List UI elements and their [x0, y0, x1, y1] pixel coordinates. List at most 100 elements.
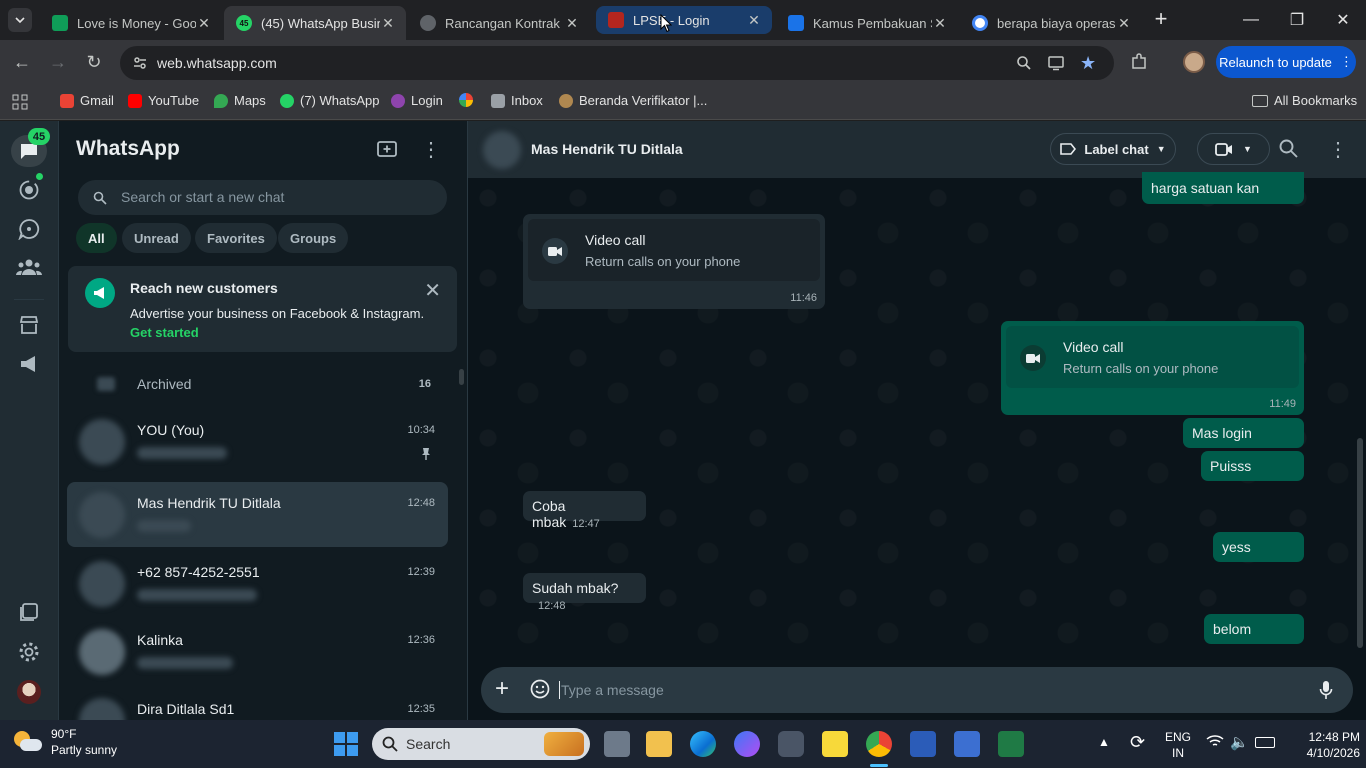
- sticky-notes-icon[interactable]: [822, 731, 848, 757]
- wifi-icon[interactable]: [1206, 734, 1224, 748]
- apps-grid-icon[interactable]: [12, 94, 28, 110]
- chat-list-item[interactable]: +62 857-4252-2551 12:39: [67, 551, 448, 616]
- filter-all[interactable]: All: [76, 223, 117, 253]
- sync-icon[interactable]: ⟳: [1130, 732, 1145, 753]
- copilot-icon[interactable]: [734, 731, 760, 757]
- weather-widget[interactable]: 90°F Partly sunny: [14, 726, 117, 758]
- conversation-header[interactable]: Mas Hendrik TU Ditlala Label chat ▼ ▼ ⋮: [468, 121, 1366, 178]
- new-chat-icon[interactable]: [377, 140, 397, 158]
- relaunch-to-update-button[interactable]: Relaunch to update ⋮: [1216, 46, 1356, 78]
- close-icon[interactable]: ✕: [424, 278, 441, 303]
- excel-icon[interactable]: [998, 731, 1024, 757]
- video-call-message-incoming[interactable]: Video call Return calls on your phone 11…: [523, 214, 825, 309]
- bookmark-inbox[interactable]: Inbox: [491, 93, 543, 108]
- message-outgoing[interactable]: Puisss: [1201, 451, 1304, 481]
- back-button[interactable]: ←: [8, 48, 36, 76]
- battery-icon[interactable]: [1255, 737, 1275, 748]
- restore-window-icon[interactable]: ❐: [1274, 0, 1320, 40]
- emoji-sticker-icon[interactable]: [530, 679, 550, 699]
- volume-icon[interactable]: 🔈: [1230, 733, 1249, 751]
- task-view-icon[interactable]: [604, 731, 630, 757]
- video-call-message-outgoing[interactable]: Video call Return calls on your phone 11…: [1001, 321, 1304, 415]
- bookmark-photos[interactable]: [459, 93, 473, 107]
- status-icon[interactable]: [18, 173, 43, 201]
- message-list-scrollbar[interactable]: [1357, 438, 1363, 648]
- catalog-icon[interactable]: [18, 314, 40, 336]
- browser-tab[interactable]: Kamus Pembakuan S ✕: [776, 6, 958, 40]
- search-input[interactable]: Search or start a new chat: [78, 180, 447, 215]
- chat-list-item[interactable]: YOU (You) 10:34: [67, 409, 448, 474]
- profile-avatar[interactable]: [17, 680, 41, 704]
- filter-favorites[interactable]: Favorites: [195, 223, 277, 253]
- message-incoming[interactable]: Sudah mbak? 12:48: [523, 573, 646, 612]
- browser-tab[interactable]: berapa biaya operasi ✕: [960, 6, 1142, 40]
- close-tab-icon[interactable]: ✕: [746, 12, 762, 29]
- browser-tab-active[interactable]: 45 (45) WhatsApp Busin ✕: [224, 6, 406, 40]
- communities-icon[interactable]: [16, 257, 42, 279]
- chrome-icon[interactable]: [866, 731, 892, 757]
- message-incoming[interactable]: Coba mbak 12:47: [523, 491, 646, 530]
- zoom-icon[interactable]: [1016, 55, 1032, 71]
- contact-avatar[interactable]: [483, 131, 521, 169]
- chat-list-item[interactable]: Dira Ditlala Sd1 12:35: [67, 688, 448, 720]
- channels-icon[interactable]: [18, 218, 40, 240]
- archived-row[interactable]: Archived 16: [67, 366, 448, 402]
- close-tab-icon[interactable]: ✕: [380, 15, 396, 32]
- filter-groups[interactable]: Groups: [278, 223, 349, 253]
- site-info-icon[interactable]: [132, 55, 148, 71]
- bookmark-youtube[interactable]: YouTube: [128, 93, 199, 108]
- bookmark-star-icon[interactable]: ★: [1080, 53, 1096, 74]
- close-tab-icon[interactable]: ✕: [564, 15, 580, 32]
- bookmark-login[interactable]: Login: [391, 93, 443, 108]
- attach-plus-icon[interactable]: +: [495, 676, 509, 702]
- search-icon[interactable]: [1279, 139, 1298, 158]
- browser-tab[interactable]: LPSE - Login ✕: [596, 6, 772, 34]
- bookmark-gmail[interactable]: Gmail: [60, 93, 114, 108]
- chat-list-item-selected[interactable]: Mas Hendrik TU Ditlala 12:48: [67, 482, 448, 547]
- profile-avatar[interactable]: [1183, 51, 1205, 73]
- message-list[interactable]: harga satuan kan Video call Return calls…: [468, 172, 1366, 662]
- bookmark-beranda-verifikator[interactable]: Beranda Verifikator |...: [559, 93, 707, 108]
- clock[interactable]: 12:48 PM 4/10/2026: [1288, 729, 1360, 761]
- menu-more-icon[interactable]: ⋮: [421, 137, 441, 162]
- new-tab-button[interactable]: +: [1148, 8, 1174, 32]
- message-outgoing[interactable]: yess: [1213, 532, 1304, 562]
- message-input[interactable]: [561, 675, 1291, 705]
- filter-unread[interactable]: Unread: [122, 223, 191, 253]
- forward-button[interactable]: →: [44, 48, 72, 76]
- message-outgoing[interactable]: Mas login: [1183, 418, 1304, 448]
- calculator-icon[interactable]: [954, 731, 980, 757]
- close-tab-icon[interactable]: ✕: [932, 15, 948, 32]
- address-bar[interactable]: web.whatsapp.com ★: [120, 46, 1114, 80]
- reload-button[interactable]: ↻: [80, 48, 108, 76]
- chevron-up-icon[interactable]: ▲: [1098, 735, 1110, 749]
- microphone-icon[interactable]: [1319, 680, 1333, 700]
- edge-icon[interactable]: [690, 731, 716, 757]
- close-tab-icon[interactable]: ✕: [1116, 15, 1132, 32]
- tab-search-button[interactable]: [8, 8, 32, 32]
- close-tab-icon[interactable]: ✕: [196, 15, 212, 32]
- menu-more-icon[interactable]: ⋮: [1328, 137, 1348, 162]
- taskbar-search[interactable]: Search: [372, 728, 590, 760]
- message-outgoing[interactable]: harga satuan kan: [1142, 172, 1304, 204]
- word-icon[interactable]: [910, 731, 936, 757]
- install-app-icon[interactable]: [1048, 55, 1064, 71]
- chat-list-scrollbar[interactable]: [459, 369, 464, 385]
- start-windows-icon[interactable]: [334, 732, 358, 756]
- browser-tab[interactable]: Love is Money - Goo ✕: [40, 6, 222, 40]
- close-window-icon[interactable]: ✕: [1320, 0, 1366, 40]
- chat-list-item[interactable]: Kalinka 12:36: [67, 619, 448, 684]
- file-explorer-icon[interactable]: [646, 731, 672, 757]
- camera-icon[interactable]: [778, 731, 804, 757]
- all-bookmarks[interactable]: All Bookmarks: [1252, 93, 1357, 108]
- bookmark-whatsapp[interactable]: (7) WhatsApp: [280, 93, 379, 108]
- language-indicator[interactable]: ENG IN: [1165, 729, 1191, 761]
- video-call-button[interactable]: ▼: [1197, 133, 1270, 165]
- label-chat-button[interactable]: Label chat ▼: [1050, 133, 1176, 165]
- minimize-window-icon[interactable]: —: [1228, 0, 1274, 40]
- browser-tab[interactable]: Rancangan Kontrak P ✕: [408, 6, 590, 40]
- message-outgoing[interactable]: belom: [1204, 614, 1304, 644]
- extensions-icon[interactable]: [1130, 53, 1148, 71]
- settings-gear-icon[interactable]: [18, 641, 40, 663]
- bookmark-maps[interactable]: Maps: [214, 93, 266, 108]
